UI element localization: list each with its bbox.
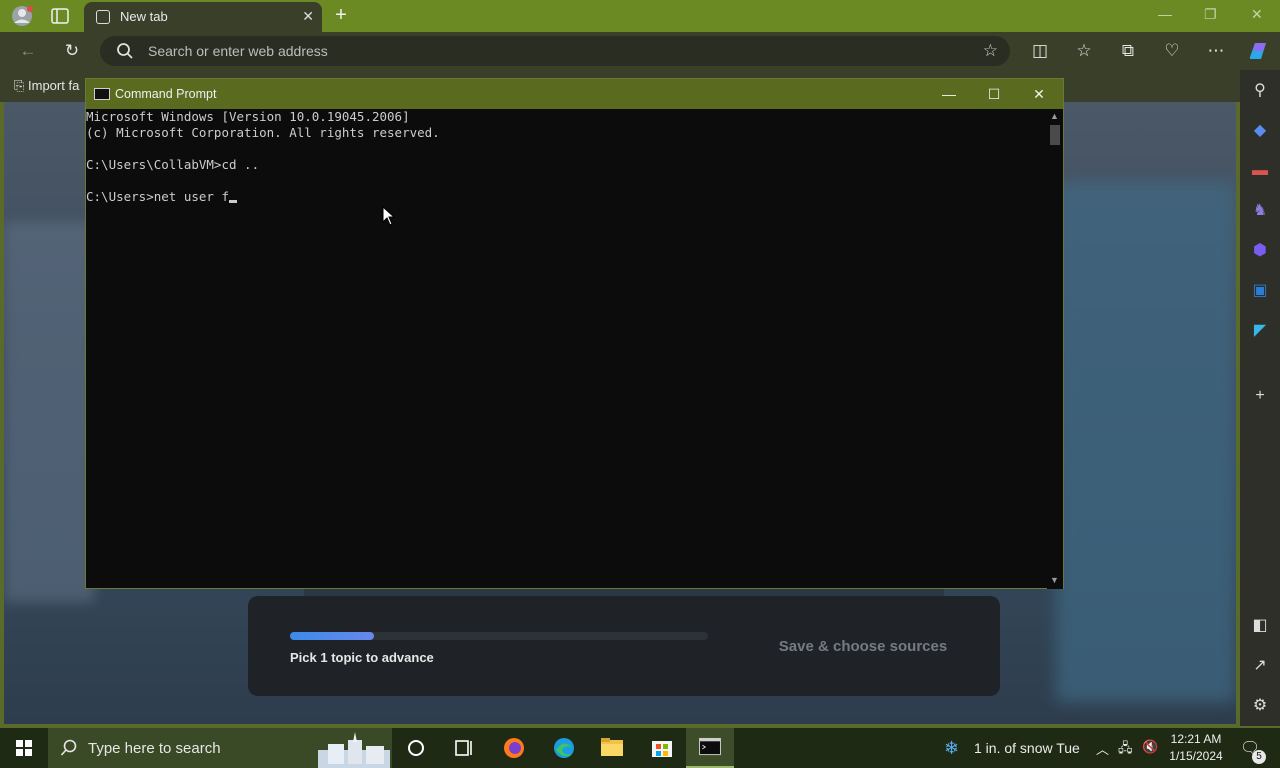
edge-icon[interactable]: [540, 728, 588, 768]
console-line: C:\Users\CollabVM>cd ..: [86, 157, 260, 172]
sidebar-settings-gear-icon[interactable]: ⚙: [1249, 695, 1271, 717]
scroll-up-arrow-icon[interactable]: ▲: [1050, 111, 1059, 121]
more-menu-icon[interactable]: ⋯: [1206, 41, 1226, 61]
cmd-window-title: Command Prompt: [115, 87, 217, 101]
browser-close-button[interactable]: ✕: [1251, 6, 1263, 23]
tab-actions-icon[interactable]: [50, 7, 70, 25]
new-tab-page-icon: [96, 10, 110, 24]
mouse-pointer-icon: [382, 206, 396, 226]
cmd-title-bar[interactable]: Command Prompt — ☐ ✕: [86, 79, 1063, 109]
cortana-icon[interactable]: [392, 728, 440, 768]
browser-tab-strip: New tab ✕ + — ❐ ✕: [0, 0, 1280, 32]
sidebar-search-icon[interactable]: ⚲: [1249, 80, 1271, 102]
split-screen-icon[interactable]: ◫: [1030, 41, 1050, 61]
pick-topic-label: Pick 1 topic to advance: [290, 650, 434, 665]
add-sidebar-app-icon[interactable]: +: [1249, 385, 1271, 407]
outlook-icon[interactable]: ▣: [1249, 280, 1271, 302]
import-favorites-link[interactable]: ⎘ Import fa: [14, 78, 79, 94]
taskbar-clock[interactable]: 12:21 AM 1/15/2024: [1165, 731, 1227, 765]
microsoft-365-icon[interactable]: ⬢: [1249, 240, 1271, 262]
tab-close-icon[interactable]: ✕: [302, 8, 314, 25]
command-prompt-window[interactable]: Command Prompt — ☐ ✕ Microsoft Windows […: [85, 78, 1064, 589]
clock-time: 12:21 AM: [1170, 732, 1222, 746]
hide-sidebar-icon[interactable]: ◧: [1249, 615, 1271, 637]
volume-muted-icon[interactable]: 🔇: [1142, 739, 1158, 768]
tab-new-tab[interactable]: New tab ✕: [84, 2, 322, 32]
snowflake-weather-icon[interactable]: ❄: [944, 738, 959, 768]
file-explorer-icon[interactable]: [588, 728, 636, 768]
topic-picker-panel: Pick 1 topic to advance Save & choose so…: [248, 596, 1000, 696]
games-icon[interactable]: ♞: [1249, 200, 1271, 222]
topic-progress-fill: [290, 632, 374, 640]
import-icon: ⎘: [14, 78, 29, 93]
search-icon: [117, 43, 133, 59]
search-highlight-image: [318, 732, 390, 768]
console-output[interactable]: Microsoft Windows [Version 10.0.19045.20…: [86, 109, 1046, 589]
cmd-scrollbar[interactable]: ▲ ▼: [1047, 109, 1063, 589]
console-line: Microsoft Windows [Version 10.0.19045.20…: [86, 109, 410, 124]
weather-text[interactable]: 1 in. of snow Tue: [974, 740, 1080, 768]
topic-progress-bar: [290, 632, 708, 640]
drop-icon[interactable]: ◤: [1249, 320, 1271, 342]
collections-icon[interactable]: ⧉: [1118, 41, 1138, 61]
microsoft-store-icon[interactable]: [638, 728, 686, 768]
cmd-maximize-button[interactable]: ☐: [979, 83, 1009, 105]
cmd-minimize-button[interactable]: —: [934, 83, 964, 105]
tools-icon[interactable]: ▬: [1249, 160, 1271, 182]
command-prompt-taskbar-icon[interactable]: [686, 728, 734, 768]
refresh-icon[interactable]: ↻: [62, 41, 82, 61]
copilot-icon[interactable]: [1246, 39, 1270, 63]
show-hidden-icons-chevron-icon[interactable]: ︿: [1096, 739, 1109, 768]
edge-sidebar: ⚲ ◆ ▬ ♞ ⬢ ▣ ◤ + ◧ ↗ ⚙: [1240, 70, 1280, 726]
taskbar-search-icon: [60, 739, 77, 756]
console-line: C:\Users>net user f: [86, 189, 1046, 205]
back-arrow-icon[interactable]: ←: [18, 41, 38, 61]
background-image: [4, 222, 94, 602]
save-choose-sources-button[interactable]: Save & choose sources: [768, 630, 958, 664]
address-placeholder: Search or enter web address: [148, 43, 328, 59]
browser-restore-button[interactable]: ❐: [1204, 6, 1217, 23]
shopping-icon[interactable]: ◆: [1249, 120, 1271, 142]
favorites-icon[interactable]: ☆: [1074, 41, 1094, 61]
windows-start-icon[interactable]: [0, 728, 48, 768]
cmd-close-button[interactable]: ✕: [1024, 83, 1054, 105]
new-tab-button[interactable]: +: [330, 4, 352, 26]
add-favorite-star-icon[interactable]: ☆: [983, 41, 998, 61]
console-line: (c) Microsoft Corporation. All rights re…: [86, 125, 440, 140]
profile-avatar-icon[interactable]: [10, 5, 34, 27]
windows-taskbar: Type here to search ❄ 1 in. of snow Tue …: [0, 728, 1280, 768]
browser-essentials-icon[interactable]: ♡: [1162, 41, 1182, 61]
network-icon[interactable]: 🖧: [1118, 739, 1133, 768]
cmd-app-icon: [94, 88, 110, 100]
task-view-icon[interactable]: [440, 728, 488, 768]
browser-toolbar: ← ↻ Search or enter web address ☆ ◫ ☆ ⧉ …: [0, 32, 1280, 70]
scrollbar-thumb[interactable]: [1050, 125, 1060, 145]
address-bar[interactable]: Search or enter web address ☆: [100, 36, 1010, 66]
background-image-highlight: [1056, 182, 1236, 702]
taskbar-search-placeholder: Type here to search: [88, 740, 221, 757]
taskbar-search-box[interactable]: Type here to search: [48, 728, 392, 768]
notification-count-badge: 5: [1252, 750, 1266, 764]
text-cursor: [229, 200, 237, 203]
open-external-icon[interactable]: ↗: [1249, 655, 1271, 677]
firefox-icon[interactable]: [490, 728, 538, 768]
scroll-down-arrow-icon[interactable]: ▼: [1050, 575, 1059, 585]
clock-date: 1/15/2024: [1169, 749, 1223, 763]
tab-title: New tab: [120, 9, 168, 24]
browser-minimize-button[interactable]: —: [1158, 6, 1172, 22]
